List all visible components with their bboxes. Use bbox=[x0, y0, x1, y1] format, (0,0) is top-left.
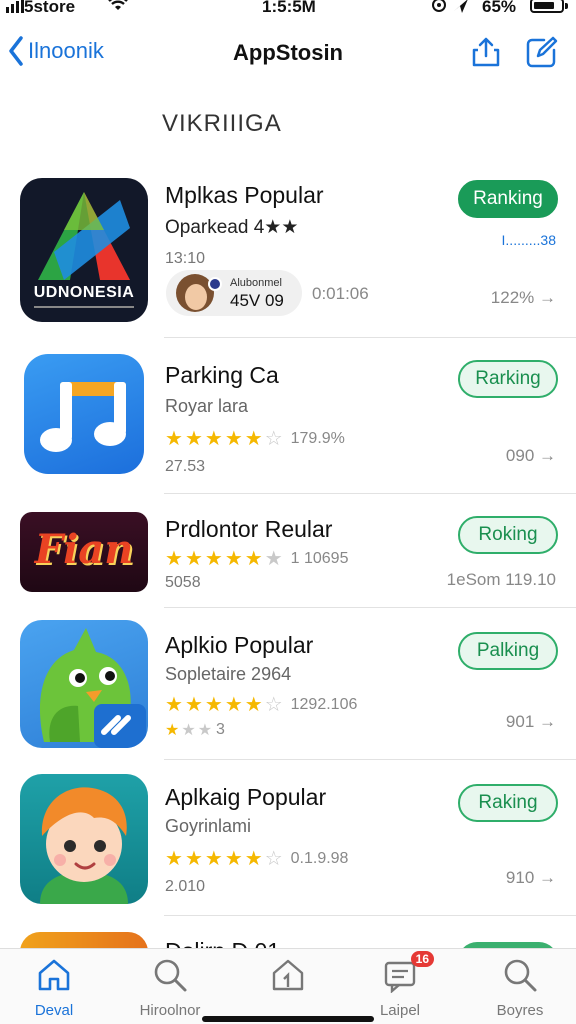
right-value[interactable]: 1eSom 119.10 bbox=[447, 570, 556, 590]
app-icon-underline bbox=[34, 306, 134, 308]
chip-line2: 45V 09 bbox=[230, 291, 284, 310]
ranking-button[interactable]: Palking bbox=[458, 632, 558, 670]
wifi-icon bbox=[108, 0, 128, 17]
app-icon bbox=[20, 350, 148, 478]
app-meta: 27.53 bbox=[165, 458, 206, 475]
share-button[interactable] bbox=[470, 36, 502, 73]
tab-search[interactable]: Hiroolnor bbox=[120, 957, 220, 1019]
signal-icon bbox=[6, 0, 24, 13]
battery-percent: 65% bbox=[482, 0, 517, 16]
list-item[interactable]: Aplkaig Popular Goyrinlami ★ ★ ★ ★ ★ ☆ 0.1.9.… bbox=[0, 760, 576, 916]
app-name: Prdlontor Reular bbox=[165, 516, 333, 542]
ranking-button[interactable]: Raking bbox=[458, 784, 558, 822]
share-icon bbox=[472, 37, 500, 67]
rating-count: 1292.106 bbox=[290, 695, 358, 713]
app-icon bbox=[20, 932, 148, 948]
battery-icon bbox=[530, 0, 568, 13]
app-name: Dolirn D 01 bbox=[165, 938, 280, 948]
developer-chip[interactable]: Alubonmel 45V 09 bbox=[166, 270, 302, 316]
app-icon bbox=[20, 620, 148, 748]
tab-updates[interactable] bbox=[238, 957, 338, 1002]
tab-search-2[interactable]: Boyres bbox=[470, 957, 570, 1019]
list-item[interactable]: Parking Ca Royar lara ★ ★ ★ ★ ★ ☆ 179.9% 27.5… bbox=[0, 338, 576, 494]
search-icon bbox=[154, 959, 187, 992]
carrier-label: 5store bbox=[24, 0, 76, 16]
star-rating: ★ ★ ★ ★ ★ ☆ 0.1.9.98 bbox=[165, 848, 349, 870]
status-time: 1:5:5M bbox=[262, 0, 316, 16]
location-icon bbox=[432, 0, 472, 18]
right-value[interactable]: 090 → bbox=[506, 446, 556, 466]
app-icon bbox=[20, 774, 148, 904]
star-rating: ★ ★ ★ ★ ★ ★ 1 10695 bbox=[165, 548, 349, 570]
chip-time: 0:01:06 bbox=[312, 284, 369, 303]
secondary-star-rating: ★ ★ ★ 3 bbox=[165, 721, 225, 739]
rating-count: 0.1.9.98 bbox=[290, 849, 349, 867]
right-value[interactable]: 901 → bbox=[506, 712, 556, 732]
app-subtitle: Oparkead 4★★ bbox=[165, 217, 299, 238]
list-item[interactable]: Fian Prdlontor Reular ★ ★ ★ ★ ★ ★ 1 10695 505… bbox=[0, 494, 576, 608]
ranking-button[interactable]: Ranking bbox=[458, 180, 558, 218]
app-subtitle: Goyrinlami bbox=[165, 816, 252, 836]
nav-bar: Ilnoonik AppStosin bbox=[0, 28, 576, 78]
tab-messages[interactable]: 16 Laipel bbox=[350, 951, 450, 1019]
rating-count: 179.9% bbox=[290, 429, 345, 447]
app-name: Aplkaig Popular bbox=[165, 784, 327, 810]
search-icon bbox=[504, 959, 537, 992]
app-icon: Fian bbox=[20, 512, 148, 592]
secondary-rating: 3 bbox=[216, 721, 225, 738]
app-name: Aplkio Popular bbox=[165, 632, 314, 658]
rating-count: 1 10695 bbox=[290, 549, 349, 567]
list-item[interactable]: UDNONESIA Mplkas Popular Oparkead 4★★ 13… bbox=[0, 168, 576, 338]
tab-label: Boyres bbox=[496, 1002, 544, 1019]
app-meta: 13:10 bbox=[165, 250, 206, 267]
list-item[interactable]: Aplkio Popular Sopletaire 2964 ★ ★ ★ ★ ★ ☆ 12… bbox=[0, 608, 576, 760]
compose-icon bbox=[526, 36, 558, 68]
app-meta: 5058 bbox=[165, 574, 201, 591]
compose-button[interactable] bbox=[524, 36, 558, 75]
tab-label: Deval bbox=[34, 1002, 74, 1019]
music-note-icon bbox=[40, 382, 126, 452]
notification-badge: 16 bbox=[410, 951, 434, 967]
app-subtitle: Sopletaire 2964 bbox=[165, 664, 292, 684]
chip-line1: Alubonmel bbox=[230, 277, 282, 289]
right-value[interactable]: 910 → bbox=[506, 868, 556, 888]
app-icon-label: UDNONESIA bbox=[33, 284, 135, 301]
ranking-button[interactable]: Rarking bbox=[458, 360, 558, 398]
tab-bar: Deval Hiroolnor 16 Laipel Boyres bbox=[0, 948, 576, 1024]
star-rating: ★ ★ ★ ★ ★ ☆ 179.9% bbox=[165, 428, 345, 450]
app-name: Parking Ca bbox=[165, 362, 279, 388]
home-icon bbox=[38, 959, 70, 991]
section-title: VIKRIIIGA bbox=[162, 110, 282, 137]
status-bar: 5store 1:5:5M 65% bbox=[0, 0, 576, 18]
home-indicator bbox=[202, 1016, 374, 1022]
app-icon: UDNONESIA bbox=[20, 178, 148, 322]
app-subtitle: Royar lara bbox=[165, 396, 249, 416]
verified-badge-icon bbox=[208, 277, 222, 291]
tab-today[interactable]: Deval bbox=[4, 957, 104, 1019]
star-rating: ★ ★ ★ ★ ★ ☆ 1292.106 bbox=[165, 694, 358, 716]
app-icon-label: Fian bbox=[34, 526, 134, 573]
app-meta: 2.010 bbox=[165, 878, 206, 895]
right-value[interactable]: 122% → bbox=[491, 288, 556, 308]
list-item-partial[interactable]: Dolirn D 01 bbox=[0, 916, 576, 948]
ranking-button[interactable]: Roking bbox=[458, 516, 558, 554]
right-top-value: I.........38 bbox=[501, 232, 556, 248]
updates-house-icon bbox=[272, 959, 304, 991]
app-name: Mplkas Popular bbox=[165, 182, 324, 208]
